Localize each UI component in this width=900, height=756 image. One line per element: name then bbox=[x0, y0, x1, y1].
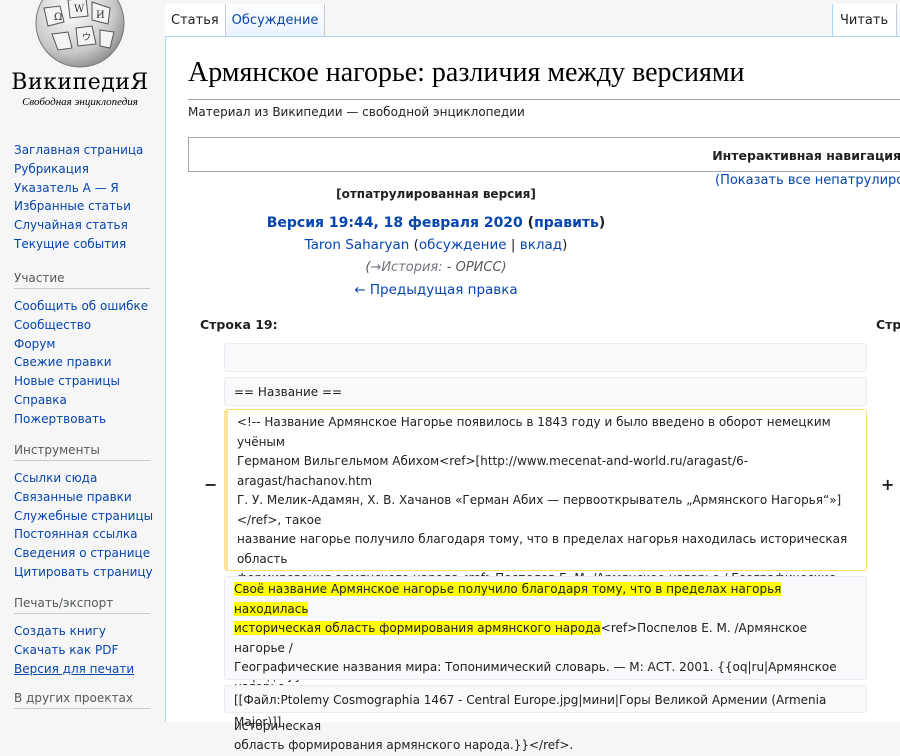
content-area: Армянское нагорье: различия между версия… bbox=[165, 36, 900, 752]
author-contrib-link[interactable]: вклад bbox=[520, 237, 562, 253]
sidebar-item-forum[interactable]: Форум bbox=[14, 335, 164, 354]
sidebar-item-permanent-link[interactable]: Постоянная ссылка bbox=[14, 525, 164, 544]
sidebar-item-index[interactable]: Указатель А — Я bbox=[14, 179, 164, 198]
logo-tagline: Свободная энциклопедия bbox=[22, 96, 138, 108]
sidebar-item-recent-changes[interactable]: Свежие правки bbox=[14, 353, 164, 372]
edit-summary: (→История: - ОРИСС) bbox=[166, 260, 706, 275]
version-paren-close: ) bbox=[598, 215, 606, 231]
version-link[interactable]: Версия 19:44, 18 февраля 2020 bbox=[267, 215, 523, 231]
diff-context-file: [[Файл:Ptolemy Cosmographia 1467 - Centr… bbox=[224, 685, 867, 729]
diff-deleted-line: <!-- Название Армянское Нагорье появилос… bbox=[224, 409, 867, 702]
tab-read[interactable]: Читать bbox=[832, 4, 898, 36]
sidebar-item-donate[interactable]: Пожертвовать bbox=[14, 410, 164, 429]
logo-wordmark: ВикипедиЯ bbox=[11, 70, 149, 95]
svg-text:ウ: ウ bbox=[82, 32, 91, 43]
sidebar-item-help[interactable]: Справка bbox=[14, 391, 164, 410]
sidebar-item-page-info[interactable]: Сведения о странице bbox=[14, 544, 164, 563]
namespace-tabs: Статья Обсуждение bbox=[165, 4, 326, 36]
site-tagline: Материал из Википедии — свободной энцикл… bbox=[188, 105, 525, 119]
sidebar-item-main-page[interactable]: Заглавная страница bbox=[14, 141, 164, 160]
diff-context-empty bbox=[224, 343, 867, 372]
tab-talk[interactable]: Обсуждение bbox=[225, 4, 326, 36]
sidebar-item-new-pages[interactable]: Новые страницы bbox=[14, 372, 164, 391]
sidebar-item-current-events[interactable]: Текущие события bbox=[14, 235, 164, 254]
author-paren-close: ) bbox=[562, 237, 568, 253]
summary-section-link[interactable]: →История: bbox=[370, 260, 442, 275]
edit-link[interactable]: править bbox=[534, 215, 599, 231]
sidebar-item-special-pages[interactable]: Служебные страницы bbox=[14, 507, 164, 526]
portlet-heading: Печать/экспорт bbox=[14, 596, 150, 614]
author-talk-link[interactable]: обсуждение bbox=[419, 237, 507, 253]
diff-context-paragraph: Своё название Армянское нагорье получило… bbox=[224, 576, 867, 752]
navigation-title: Интерактивная навигация bbox=[712, 148, 900, 163]
version-paren-open: ( bbox=[522, 215, 535, 231]
summary-text: - ОРИСС) bbox=[442, 260, 507, 275]
patrolled-label: [отпатрулированная версия] bbox=[336, 187, 536, 201]
svg-text:Ω: Ω bbox=[54, 12, 62, 23]
sidebar-item-create-book[interactable]: Создать книгу bbox=[14, 622, 164, 641]
show-unpatrolled-link[interactable]: (Показать все непатрулиров bbox=[715, 173, 900, 188]
portlet-navigation: Заглавная страница Рубрикация Указатель … bbox=[14, 141, 164, 254]
portlet-participation: Участие Сообщить об ошибке Сообщество Фо… bbox=[14, 271, 164, 429]
diff-text: область формирования армянского народа.}… bbox=[234, 738, 574, 752]
sidebar-item-community[interactable]: Сообщество bbox=[14, 316, 164, 335]
version-header: Версия 19:44, 18 февраля 2020 (править) bbox=[166, 215, 706, 231]
diff-highlight: Своё название Армянское нагорье получило… bbox=[234, 582, 782, 616]
sidebar-item-cite[interactable]: Цитировать страницу bbox=[14, 563, 164, 582]
diff-minus-marker: − bbox=[204, 475, 218, 494]
sidebar: Ω W И ウ ВикипедиЯ Свободная энциклопедия… bbox=[0, 0, 165, 722]
author-line: Taron Saharyan (обсуждение | вклад) bbox=[166, 237, 706, 253]
sidebar-item-featured[interactable]: Избранные статьи bbox=[14, 197, 164, 216]
view-tabs: Читать Т bbox=[832, 4, 900, 36]
interactive-navigation-box: Интерактивная навигация bbox=[188, 137, 900, 172]
diff-line-number-left: Строка 19: bbox=[200, 317, 278, 332]
sidebar-item-report-error[interactable]: Сообщить об ошибке bbox=[14, 297, 164, 316]
diff-highlight: историческая область формирования армянс… bbox=[234, 621, 601, 635]
sidebar-item-download-pdf[interactable]: Скачать как PDF bbox=[14, 641, 164, 660]
portlet-heading: В других проектах bbox=[14, 691, 150, 709]
svg-text:И: И bbox=[96, 10, 105, 21]
sidebar-item-printable[interactable]: Версия для печати bbox=[14, 660, 164, 679]
portlet-heading: Инструменты bbox=[14, 443, 150, 461]
portlet-other-projects: В других проектах bbox=[14, 691, 164, 717]
svg-text:W: W bbox=[74, 4, 85, 15]
previous-edit-link[interactable]: ← Предыдущая правка bbox=[166, 282, 706, 298]
sidebar-item-categories[interactable]: Рубрикация bbox=[14, 160, 164, 179]
portlet-tools: Инструменты Ссылки сюда Связанные правки… bbox=[14, 443, 164, 582]
diff-line-number-right: Стр bbox=[876, 317, 900, 332]
diff-context-heading: == Название == bbox=[224, 377, 867, 406]
wikipedia-logo[interactable]: Ω W И ウ ВикипедиЯ Свободная энциклопедия bbox=[0, 0, 160, 120]
author-link[interactable]: Taron Saharyan bbox=[305, 237, 410, 253]
portlet-print: Печать/экспорт Создать книгу Скачать как… bbox=[14, 596, 164, 678]
author-separator: | bbox=[506, 237, 520, 253]
page-title: Армянское нагорье: различия между версия… bbox=[188, 57, 745, 88]
title-divider bbox=[188, 99, 900, 100]
sidebar-item-random[interactable]: Случайная статья bbox=[14, 216, 164, 235]
diff-plus-marker: + bbox=[881, 475, 895, 494]
sidebar-item-related-changes[interactable]: Связанные правки bbox=[14, 488, 164, 507]
tab-article[interactable]: Статья bbox=[165, 4, 226, 36]
portlet-heading: Участие bbox=[14, 271, 150, 289]
globe-icon: Ω W И ウ bbox=[35, 0, 125, 68]
author-paren-open: ( bbox=[409, 237, 419, 253]
sidebar-item-what-links-here[interactable]: Ссылки сюда bbox=[14, 469, 164, 488]
